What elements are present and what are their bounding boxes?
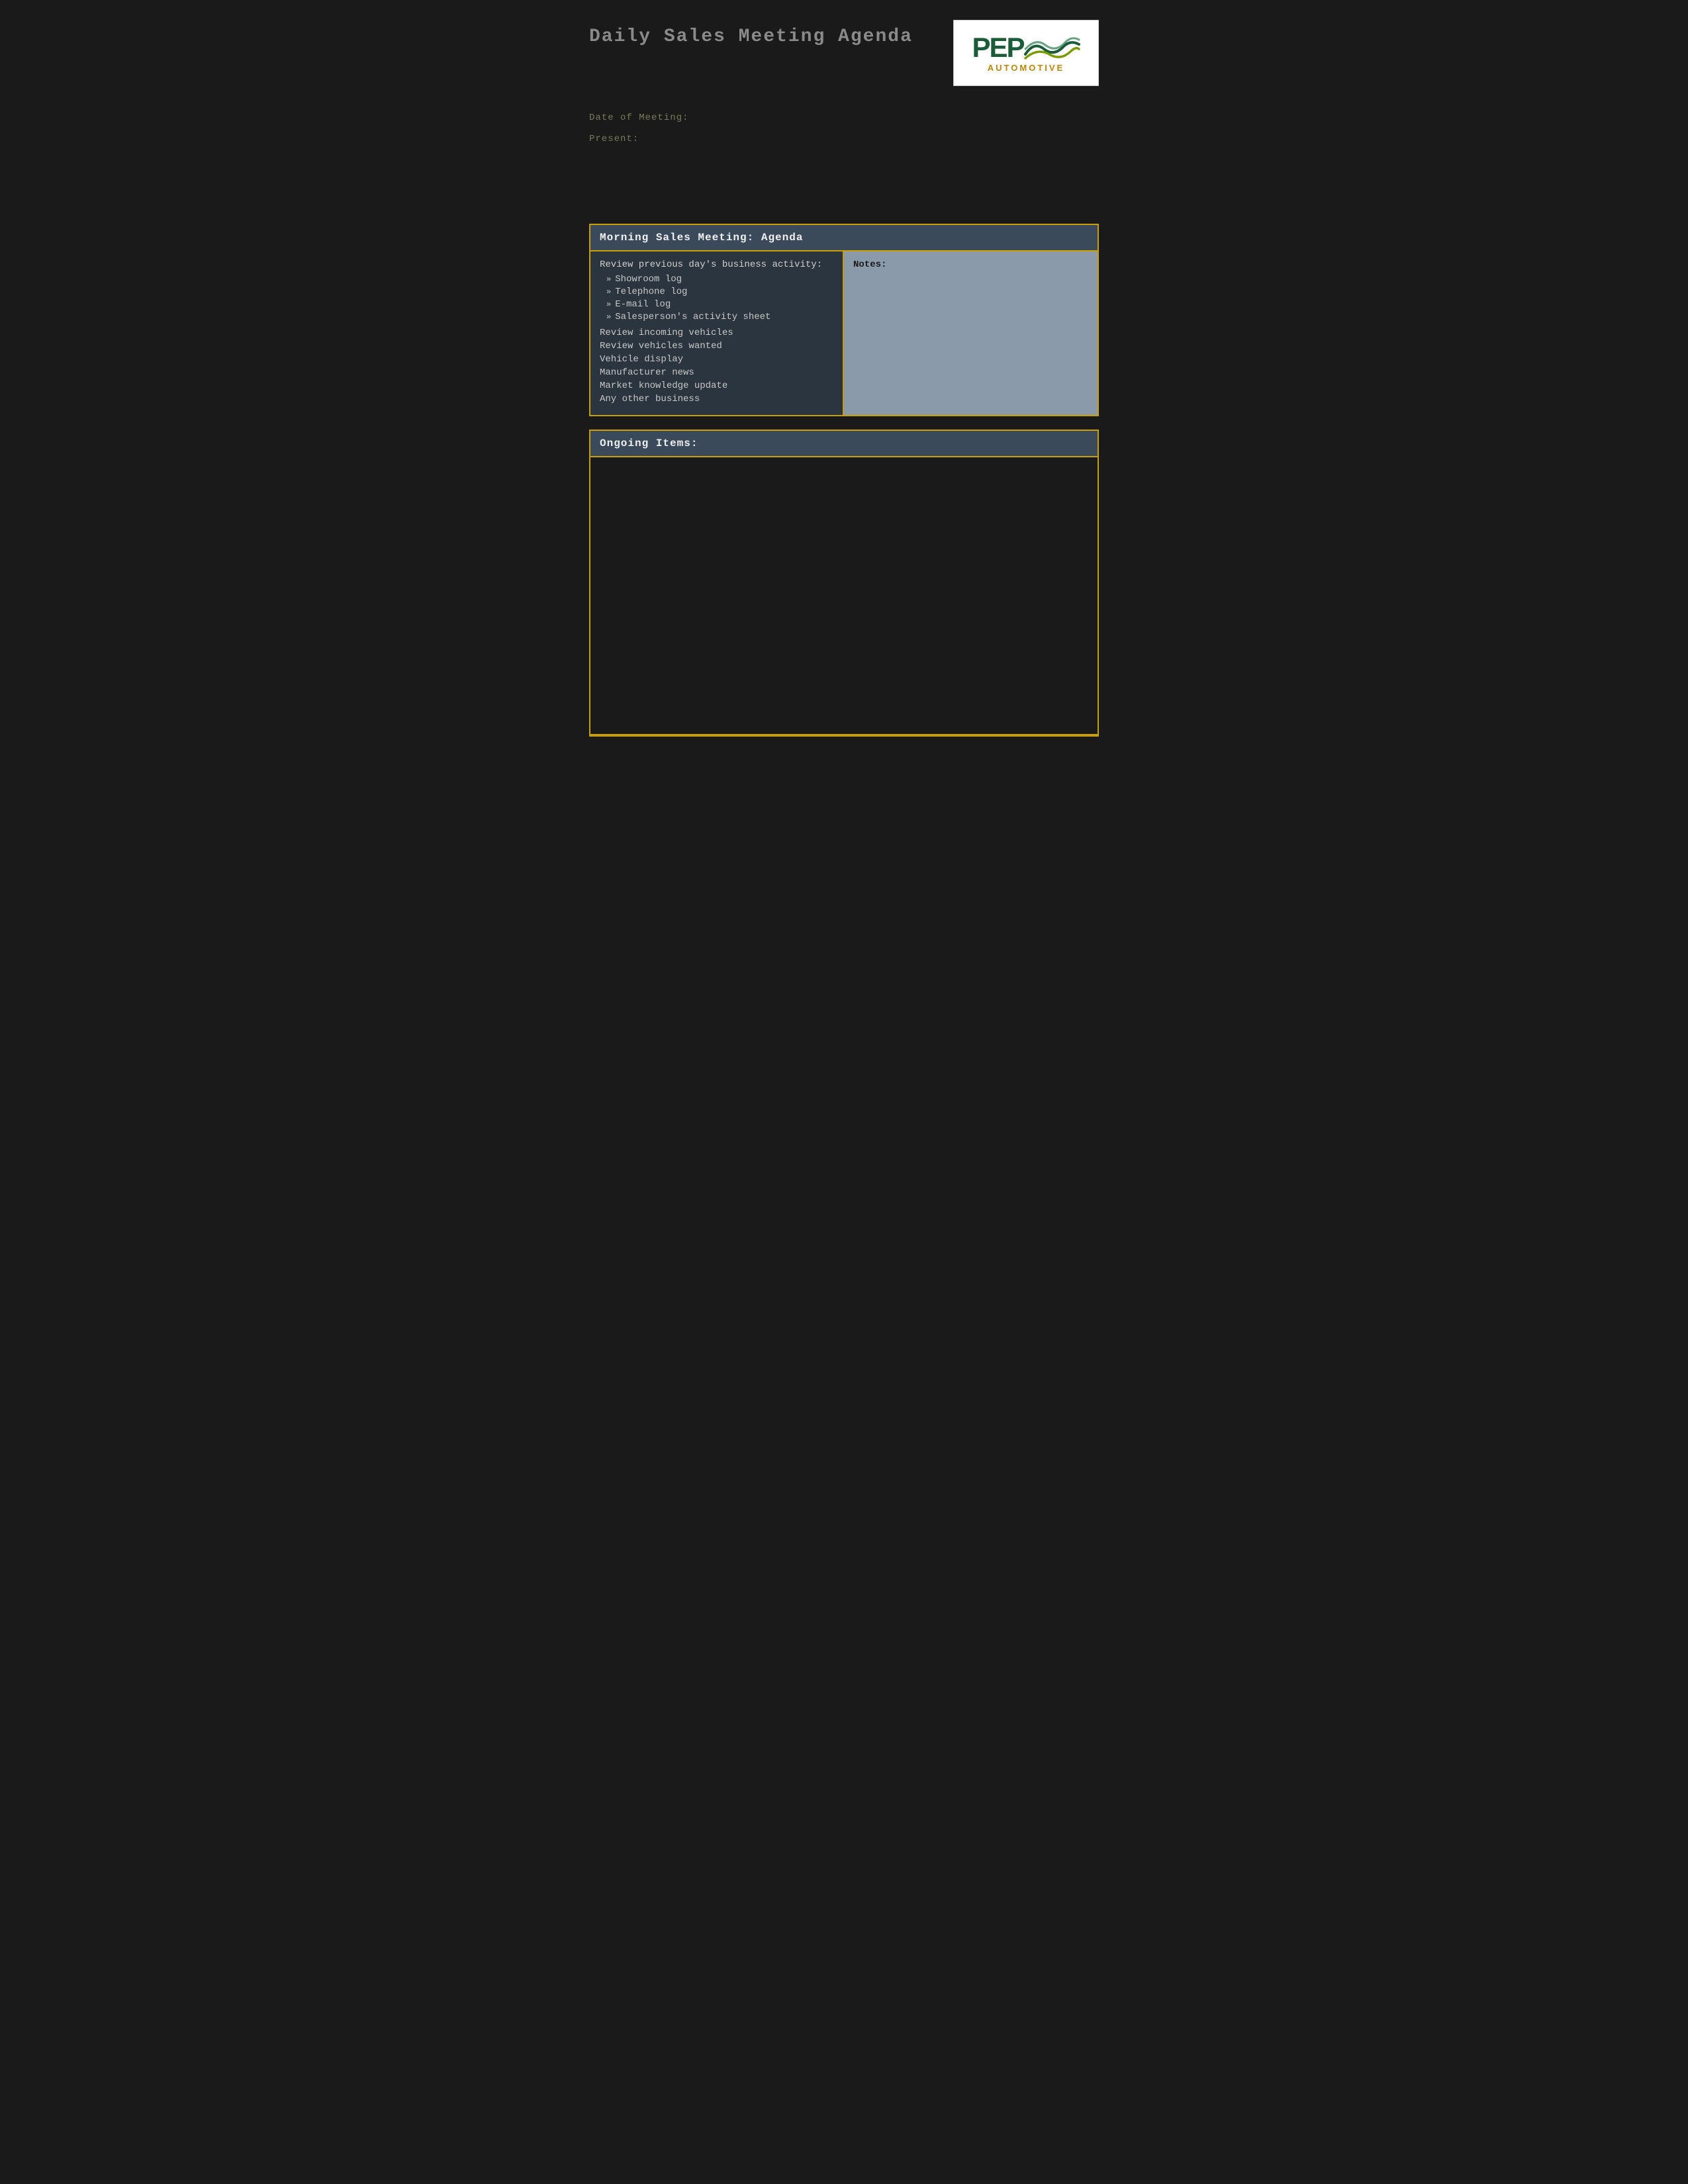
logo-pep-text: PEP <box>972 34 1023 62</box>
list-item: » Telephone log <box>606 287 833 297</box>
date-of-meeting-label: Date of Meeting: <box>589 113 1099 123</box>
notes-label: Notes: <box>853 259 1088 270</box>
ongoing-items-container: Ongoing Items: <box>589 430 1099 737</box>
morning-meeting-table: Morning Sales Meeting: Agenda Review pre… <box>589 224 1099 416</box>
agenda-item-2: Vehicle display <box>600 354 833 365</box>
spacer <box>589 158 1099 224</box>
sub-items-list: » Showroom log » Telephone log » E-mail … <box>600 274 833 322</box>
agenda-item-0: Review incoming vehicles <box>600 328 833 338</box>
ongoing-items-header: Ongoing Items: <box>590 431 1098 457</box>
header-section: Daily Sales Meeting Agenda PEP AUTOMOTIV… <box>589 20 1099 86</box>
bullet-icon: » <box>606 312 611 322</box>
agenda-item-3: Manufacturer news <box>600 367 833 378</box>
agenda-column: Review previous day's business activity:… <box>590 251 844 415</box>
review-title: Review previous day's business activity: <box>600 259 833 270</box>
ongoing-items-body <box>590 457 1098 735</box>
notes-column: Notes: <box>844 251 1098 415</box>
morning-meeting-body: Review previous day's business activity:… <box>590 251 1098 415</box>
page-title: Daily Sales Meeting Agenda <box>589 26 913 47</box>
list-item: » E-mail log <box>606 299 833 310</box>
bullet-icon: » <box>606 287 611 296</box>
agenda-item-4: Market knowledge update <box>600 381 833 391</box>
morning-meeting-header: Morning Sales Meeting: Agenda <box>590 225 1098 251</box>
present-label: Present: <box>589 134 1099 144</box>
bullet-icon: » <box>606 275 611 284</box>
page-title-container: Daily Sales Meeting Agenda <box>589 20 913 47</box>
agenda-item-5: Any other business <box>600 394 833 404</box>
sub-item-salesperson: Salesperson's activity sheet <box>615 312 771 322</box>
logo-wave-icon <box>1024 34 1080 61</box>
sub-item-showroom: Showroom log <box>615 274 682 285</box>
meta-section: Date of Meeting: Present: <box>589 113 1099 144</box>
list-item: » Salesperson's activity sheet <box>606 312 833 322</box>
logo-automotive-text: AUTOMOTIVE <box>988 63 1064 73</box>
logo-text-row: PEP <box>959 34 1093 62</box>
bullet-icon: » <box>606 300 611 309</box>
list-item: » Showroom log <box>606 274 833 285</box>
agenda-item-1: Review vehicles wanted <box>600 341 833 351</box>
logo-box: PEP AUTOMOTIVE <box>953 20 1099 86</box>
sub-item-telephone: Telephone log <box>615 287 687 297</box>
sub-item-email: E-mail log <box>615 299 671 310</box>
